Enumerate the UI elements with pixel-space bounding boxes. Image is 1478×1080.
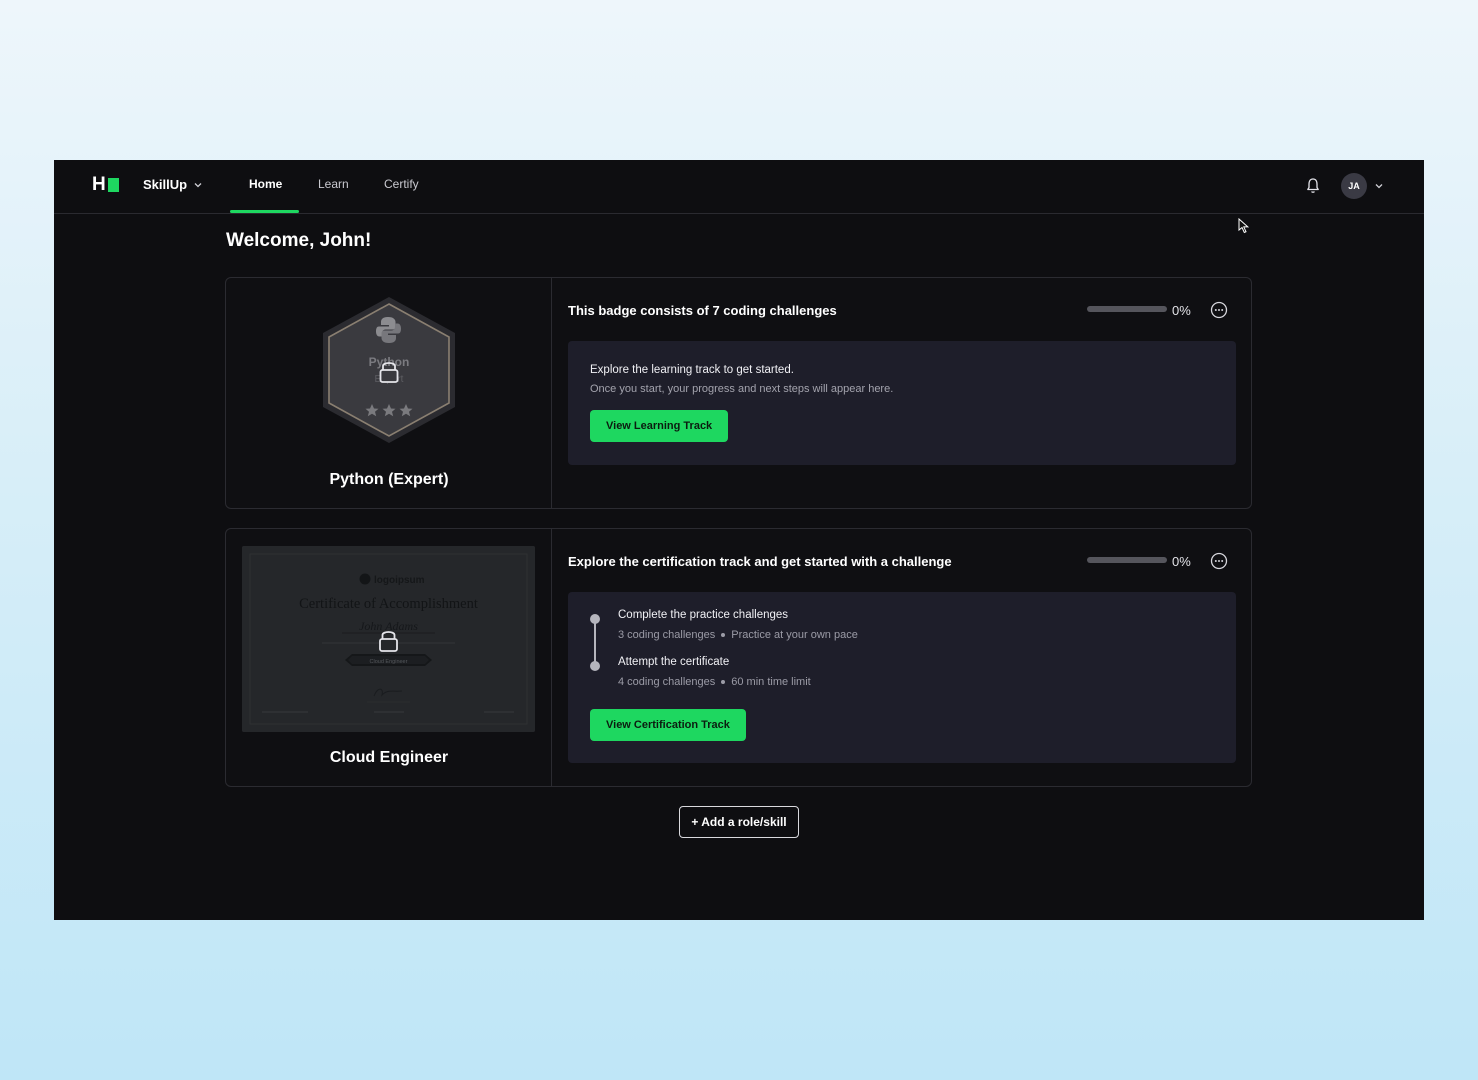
brand-logo[interactable]: H xyxy=(92,174,120,195)
learning-track-panel: Explore the learning track to get starte… xyxy=(568,341,1236,465)
step-meta-count: 4 coding challenges xyxy=(618,676,716,688)
step-meta: 4 coding challenges 60 min time limit xyxy=(618,676,811,688)
panel-subtitle: Once you start, your progress and next s… xyxy=(590,383,894,395)
more-options-icon[interactable] xyxy=(1210,301,1228,319)
chevron-down-icon[interactable] xyxy=(1374,181,1384,191)
logo-letter: H xyxy=(92,174,106,195)
top-nav: H SkillUp Home Learn Certify JA xyxy=(54,160,1424,214)
step-meta-count: 3 coding challenges xyxy=(618,629,716,641)
step-meta: 3 coding challenges Practice at your own… xyxy=(618,629,858,641)
cert-heading: Certificate of Accomplishment xyxy=(299,596,478,612)
chevron-down-icon xyxy=(194,182,202,187)
step-connector xyxy=(594,619,596,666)
cert-brand: logoipsum xyxy=(374,575,425,586)
step-meta-detail: 60 min time limit xyxy=(731,676,811,688)
page-title: Welcome, John! xyxy=(226,230,372,251)
progress-bar xyxy=(1087,306,1167,312)
notification-bell-icon[interactable] xyxy=(1305,177,1321,195)
certificate-preview: logoipsum Certificate of Accomplishment … xyxy=(242,546,535,732)
add-role-skill-button[interactable]: + Add a role/skill xyxy=(679,806,799,838)
tab-learn[interactable]: Learn xyxy=(318,177,349,191)
progress-bar xyxy=(1087,557,1167,563)
cert-ribbon: Cloud Engineer xyxy=(370,659,408,665)
progress-percent: 0% xyxy=(1172,554,1191,569)
badge-column: Python Expert Python (Expert) xyxy=(226,278,552,508)
app-window: H SkillUp Home Learn Certify JA Welcome,… xyxy=(54,160,1424,920)
cert-name: John Adams xyxy=(359,619,418,633)
active-tab-indicator xyxy=(230,210,299,213)
card-header-text: This badge consists of 7 coding challeng… xyxy=(568,303,837,318)
certificate-column: logoipsum Certificate of Accomplishment … xyxy=(226,529,552,786)
badge-details: This badge consists of 7 coding challeng… xyxy=(552,278,1251,508)
skill-card-python: Python Expert Python (Expert) This badge… xyxy=(225,277,1252,509)
skill-title: Cloud Engineer xyxy=(329,749,449,766)
step-title: Attempt the certificate xyxy=(618,656,730,668)
view-learning-track-button[interactable]: View Learning Track xyxy=(590,410,729,442)
step-meta-detail: Practice at your own pace xyxy=(731,629,858,641)
product-name: SkillUp xyxy=(143,177,188,192)
card-header-text: Explore the certification track and get … xyxy=(568,554,952,569)
logo-square xyxy=(108,178,119,192)
skill-card-cloud-engineer: logoipsum Certificate of Accomplishment … xyxy=(225,528,1252,787)
step-title: Complete the practice challenges xyxy=(618,609,789,621)
certification-track-panel: Complete the practice challenges 3 codin… xyxy=(568,592,1236,763)
badge-text-python: Python xyxy=(369,355,410,369)
user-avatar[interactable]: JA xyxy=(1341,173,1367,199)
skill-title: Python (Expert) xyxy=(329,471,449,488)
panel-title: Explore the learning track to get starte… xyxy=(590,364,794,376)
tab-home[interactable]: Home xyxy=(249,177,282,191)
python-badge-icon: Python Expert xyxy=(323,297,455,443)
mouse-cursor-icon xyxy=(1238,218,1250,234)
certification-details: Explore the certification track and get … xyxy=(552,529,1251,786)
tab-certify[interactable]: Certify xyxy=(384,177,419,191)
bullet-icon xyxy=(721,633,726,637)
step-dot xyxy=(590,661,600,671)
progress-percent: 0% xyxy=(1172,303,1191,318)
bullet-icon xyxy=(721,680,726,684)
product-switcher[interactable]: SkillUp xyxy=(143,177,203,192)
view-certification-track-button[interactable]: View Certification Track xyxy=(590,709,746,741)
step-dot xyxy=(590,614,600,624)
certificate-image: logoipsum Certificate of Accomplishment … xyxy=(242,546,535,732)
more-options-icon[interactable] xyxy=(1210,552,1228,570)
